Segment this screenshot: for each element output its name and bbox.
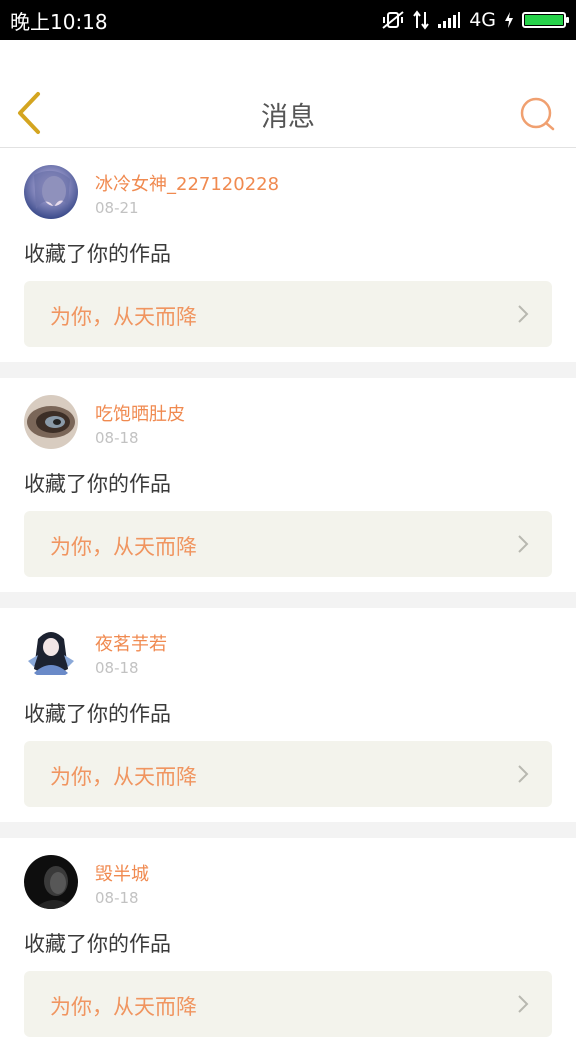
charging-icon xyxy=(505,12,513,28)
chevron-right-icon xyxy=(518,305,529,323)
message-list: 冰冷女神_227120228 08-21 收藏了你的作品 为你，从天而降 吃饱晒… xyxy=(0,148,576,1052)
work-card[interactable]: 为你，从天而降 xyxy=(24,971,552,1037)
work-title: 为你，从天而降 xyxy=(50,535,197,559)
chevron-right-icon xyxy=(518,995,529,1013)
signal-icon xyxy=(438,12,461,28)
work-card[interactable]: 为你，从天而降 xyxy=(24,741,552,807)
avatar-image xyxy=(24,165,78,219)
work-title: 为你，从天而降 xyxy=(50,305,197,329)
separator xyxy=(0,592,576,608)
status-bar: 晚上10:18 4G xyxy=(0,0,576,40)
username[interactable]: 夜茗芋若 xyxy=(95,630,167,656)
work-title: 为你，从天而降 xyxy=(50,995,197,1019)
battery-level xyxy=(525,15,563,25)
page-title: 消息 xyxy=(261,102,315,133)
message-item: 毁半城 08-18 收藏了你的作品 为你，从天而降 xyxy=(0,838,576,1052)
status-icons: 4G xyxy=(381,9,569,31)
message-item: 夜茗芋若 08-18 收藏了你的作品 为你，从天而降 xyxy=(0,608,576,822)
vibrate-off-icon xyxy=(382,11,404,29)
username[interactable]: 吃饱晒肚皮 xyxy=(95,400,185,426)
avatar-image xyxy=(24,625,78,679)
app-header: 消息 xyxy=(0,40,576,148)
avatar[interactable] xyxy=(24,395,78,449)
chevron-right-icon xyxy=(518,535,529,553)
separator xyxy=(0,822,576,838)
message-item: 冰冷女神_227120228 08-21 收藏了你的作品 为你，从天而降 xyxy=(0,148,576,362)
work-card[interactable]: 为你，从天而降 xyxy=(24,281,552,347)
username[interactable]: 冰冷女神_227120228 xyxy=(95,170,279,196)
search-button[interactable] xyxy=(518,94,558,134)
chevron-right-icon xyxy=(518,765,529,783)
separator xyxy=(0,362,576,378)
avatar[interactable] xyxy=(24,165,78,219)
message-item: 吃饱晒肚皮 08-18 收藏了你的作品 为你，从天而降 xyxy=(0,378,576,592)
avatar[interactable] xyxy=(24,625,78,679)
avatar-image xyxy=(24,855,78,909)
action-text: 收藏了你的作品 xyxy=(24,702,171,726)
battery-icon xyxy=(522,12,569,28)
data-transfer-icon xyxy=(413,10,429,30)
action-text: 收藏了你的作品 xyxy=(24,472,171,496)
work-title: 为你，从天而降 xyxy=(50,765,197,789)
message-date: 08-18 xyxy=(95,889,139,907)
action-text: 收藏了你的作品 xyxy=(24,242,171,266)
message-date: 08-18 xyxy=(95,429,139,447)
avatar-image xyxy=(24,395,78,449)
search-icon xyxy=(520,97,555,131)
avatar[interactable] xyxy=(24,855,78,909)
message-date: 08-21 xyxy=(95,199,139,217)
message-date: 08-18 xyxy=(95,659,139,677)
status-time: 晚上10:18 xyxy=(10,9,108,34)
work-card[interactable]: 为你，从天而降 xyxy=(24,511,552,577)
network-type: 4G xyxy=(469,9,496,31)
action-text: 收藏了你的作品 xyxy=(24,932,171,956)
username[interactable]: 毁半城 xyxy=(95,860,149,886)
